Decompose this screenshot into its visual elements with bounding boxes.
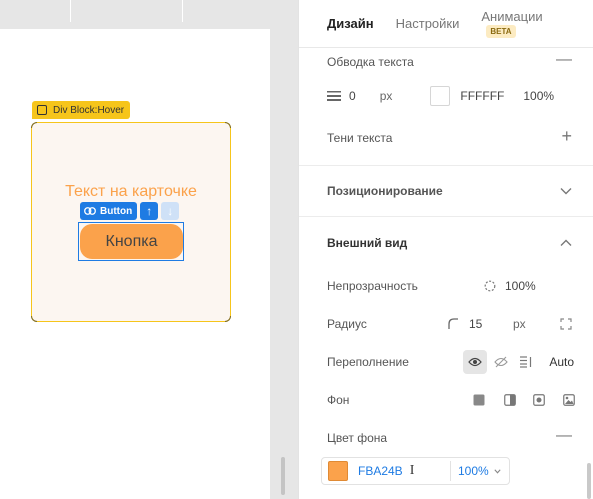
selection-label[interactable]: Div Block:Hover [32,101,131,119]
selection-label-text: Div Block:Hover [53,104,125,116]
chevron-down-icon[interactable] [560,187,572,195]
resize-handle-top-left[interactable] [31,122,37,128]
stroke-width-input[interactable]: 0 [349,89,356,103]
text-stroke-controls: 0 px FFFFFF 100% [327,86,582,106]
canvas-top-ruler [0,0,298,22]
stroke-opacity-input[interactable]: 100% [523,89,554,103]
individual-corners-icon[interactable] [560,318,572,330]
panel-scrollbar[interactable] [587,463,591,499]
background-row: Фон [327,390,582,410]
remove-text-stroke-icon[interactable]: — [556,51,572,69]
field-separator [450,461,451,481]
design-canvas[interactable]: Div Block:Hover Текст на карточке Button… [0,0,298,499]
opacity-dashed-circle-icon [484,280,496,292]
link-icon [84,207,96,215]
bg-color-field[interactable]: FBA24B I 100% [321,457,510,485]
tab-animations[interactable]: АнимацииBETA [481,9,572,39]
background-label: Фон [327,393,350,407]
radius-row: Радиус 15 px [327,314,582,334]
bg-color-opacity-input[interactable]: 100% [458,464,489,478]
tab-animations-label: Анимации [481,8,543,24]
chevron-up-icon[interactable] [560,239,572,247]
opacity-dropdown-chevron-icon[interactable] [494,469,501,474]
button-element-tag[interactable]: Button ↑ ↓ [80,202,180,220]
bg-color-hex-input[interactable]: FBA24B [358,464,403,478]
text-shadows-header: Тени текста + [327,126,582,148]
text-shadows-title: Тени текста [327,131,393,145]
select-child-arrow-icon[interactable]: ↓ [161,202,180,220]
stroke-color-input[interactable]: FFFFFF [460,89,504,103]
select-parent-arrow-icon[interactable]: ↑ [140,202,159,220]
div-block-icon [37,105,47,115]
positioning-section-header[interactable]: Позиционирование [327,181,582,201]
overflow-row: Переполнение Auto [327,350,582,374]
opacity-label: Непрозрачность [327,279,418,293]
background-radial-icon[interactable] [527,388,551,412]
radius-unit-select[interactable]: px [513,317,526,331]
opacity-row: Непрозрачность 100% [327,276,582,296]
style-panel: Дизайн Настройки АнимацииBETA Обводка те… [298,0,593,499]
card-button-label: Кнопка [105,232,158,250]
background-gradient-icon[interactable] [498,388,522,412]
background-color-fill-icon[interactable] [467,388,491,412]
stroke-color-swatch[interactable] [430,86,451,106]
tab-settings[interactable]: Настройки [396,16,460,31]
overflow-scroll-icon[interactable] [514,350,538,374]
radius-label: Радиус [327,317,367,331]
radius-input[interactable]: 15 [469,317,482,331]
stroke-unit-select[interactable]: px [380,89,393,103]
card-text[interactable]: Текст на карточке [0,183,262,201]
section-divider [299,165,593,166]
overflow-visible-eye-icon[interactable] [463,350,487,374]
text-stroke-title: Обводка текста [327,55,414,69]
opacity-input[interactable]: 100% [505,279,536,293]
overflow-auto-option[interactable]: Auto [549,355,574,369]
card-button[interactable]: Кнопка [80,224,183,259]
button-tag-text: Button [100,205,133,217]
add-text-shadow-icon[interactable]: + [561,126,572,147]
beta-badge: BETA [486,24,516,38]
text-cursor-icon: I [409,463,415,478]
bg-color-header: Цвет фона — [327,427,582,448]
text-stroke-header: Обводка текста — [327,51,582,72]
radius-corner-icon [448,318,458,329]
overflow-label: Переполнение [327,355,409,369]
background-image-icon[interactable] [557,388,581,412]
section-divider [299,216,593,217]
positioning-title: Позиционирование [327,184,443,198]
appearance-title: Внешний вид [327,236,408,250]
canvas-scrollbar[interactable] [281,457,285,495]
button-tag-label[interactable]: Button [80,202,138,220]
remove-bg-color-icon[interactable]: — [556,427,572,445]
panel-tabs: Дизайн Настройки АнимацииBETA [299,0,593,48]
bg-color-swatch[interactable] [328,461,348,481]
appearance-section-header[interactable]: Внешний вид [327,233,582,253]
overflow-hidden-eye-off-icon[interactable] [489,350,513,374]
stroke-width-icon [327,91,341,101]
tab-design[interactable]: Дизайн [327,16,374,31]
bg-color-label: Цвет фона [327,431,388,445]
